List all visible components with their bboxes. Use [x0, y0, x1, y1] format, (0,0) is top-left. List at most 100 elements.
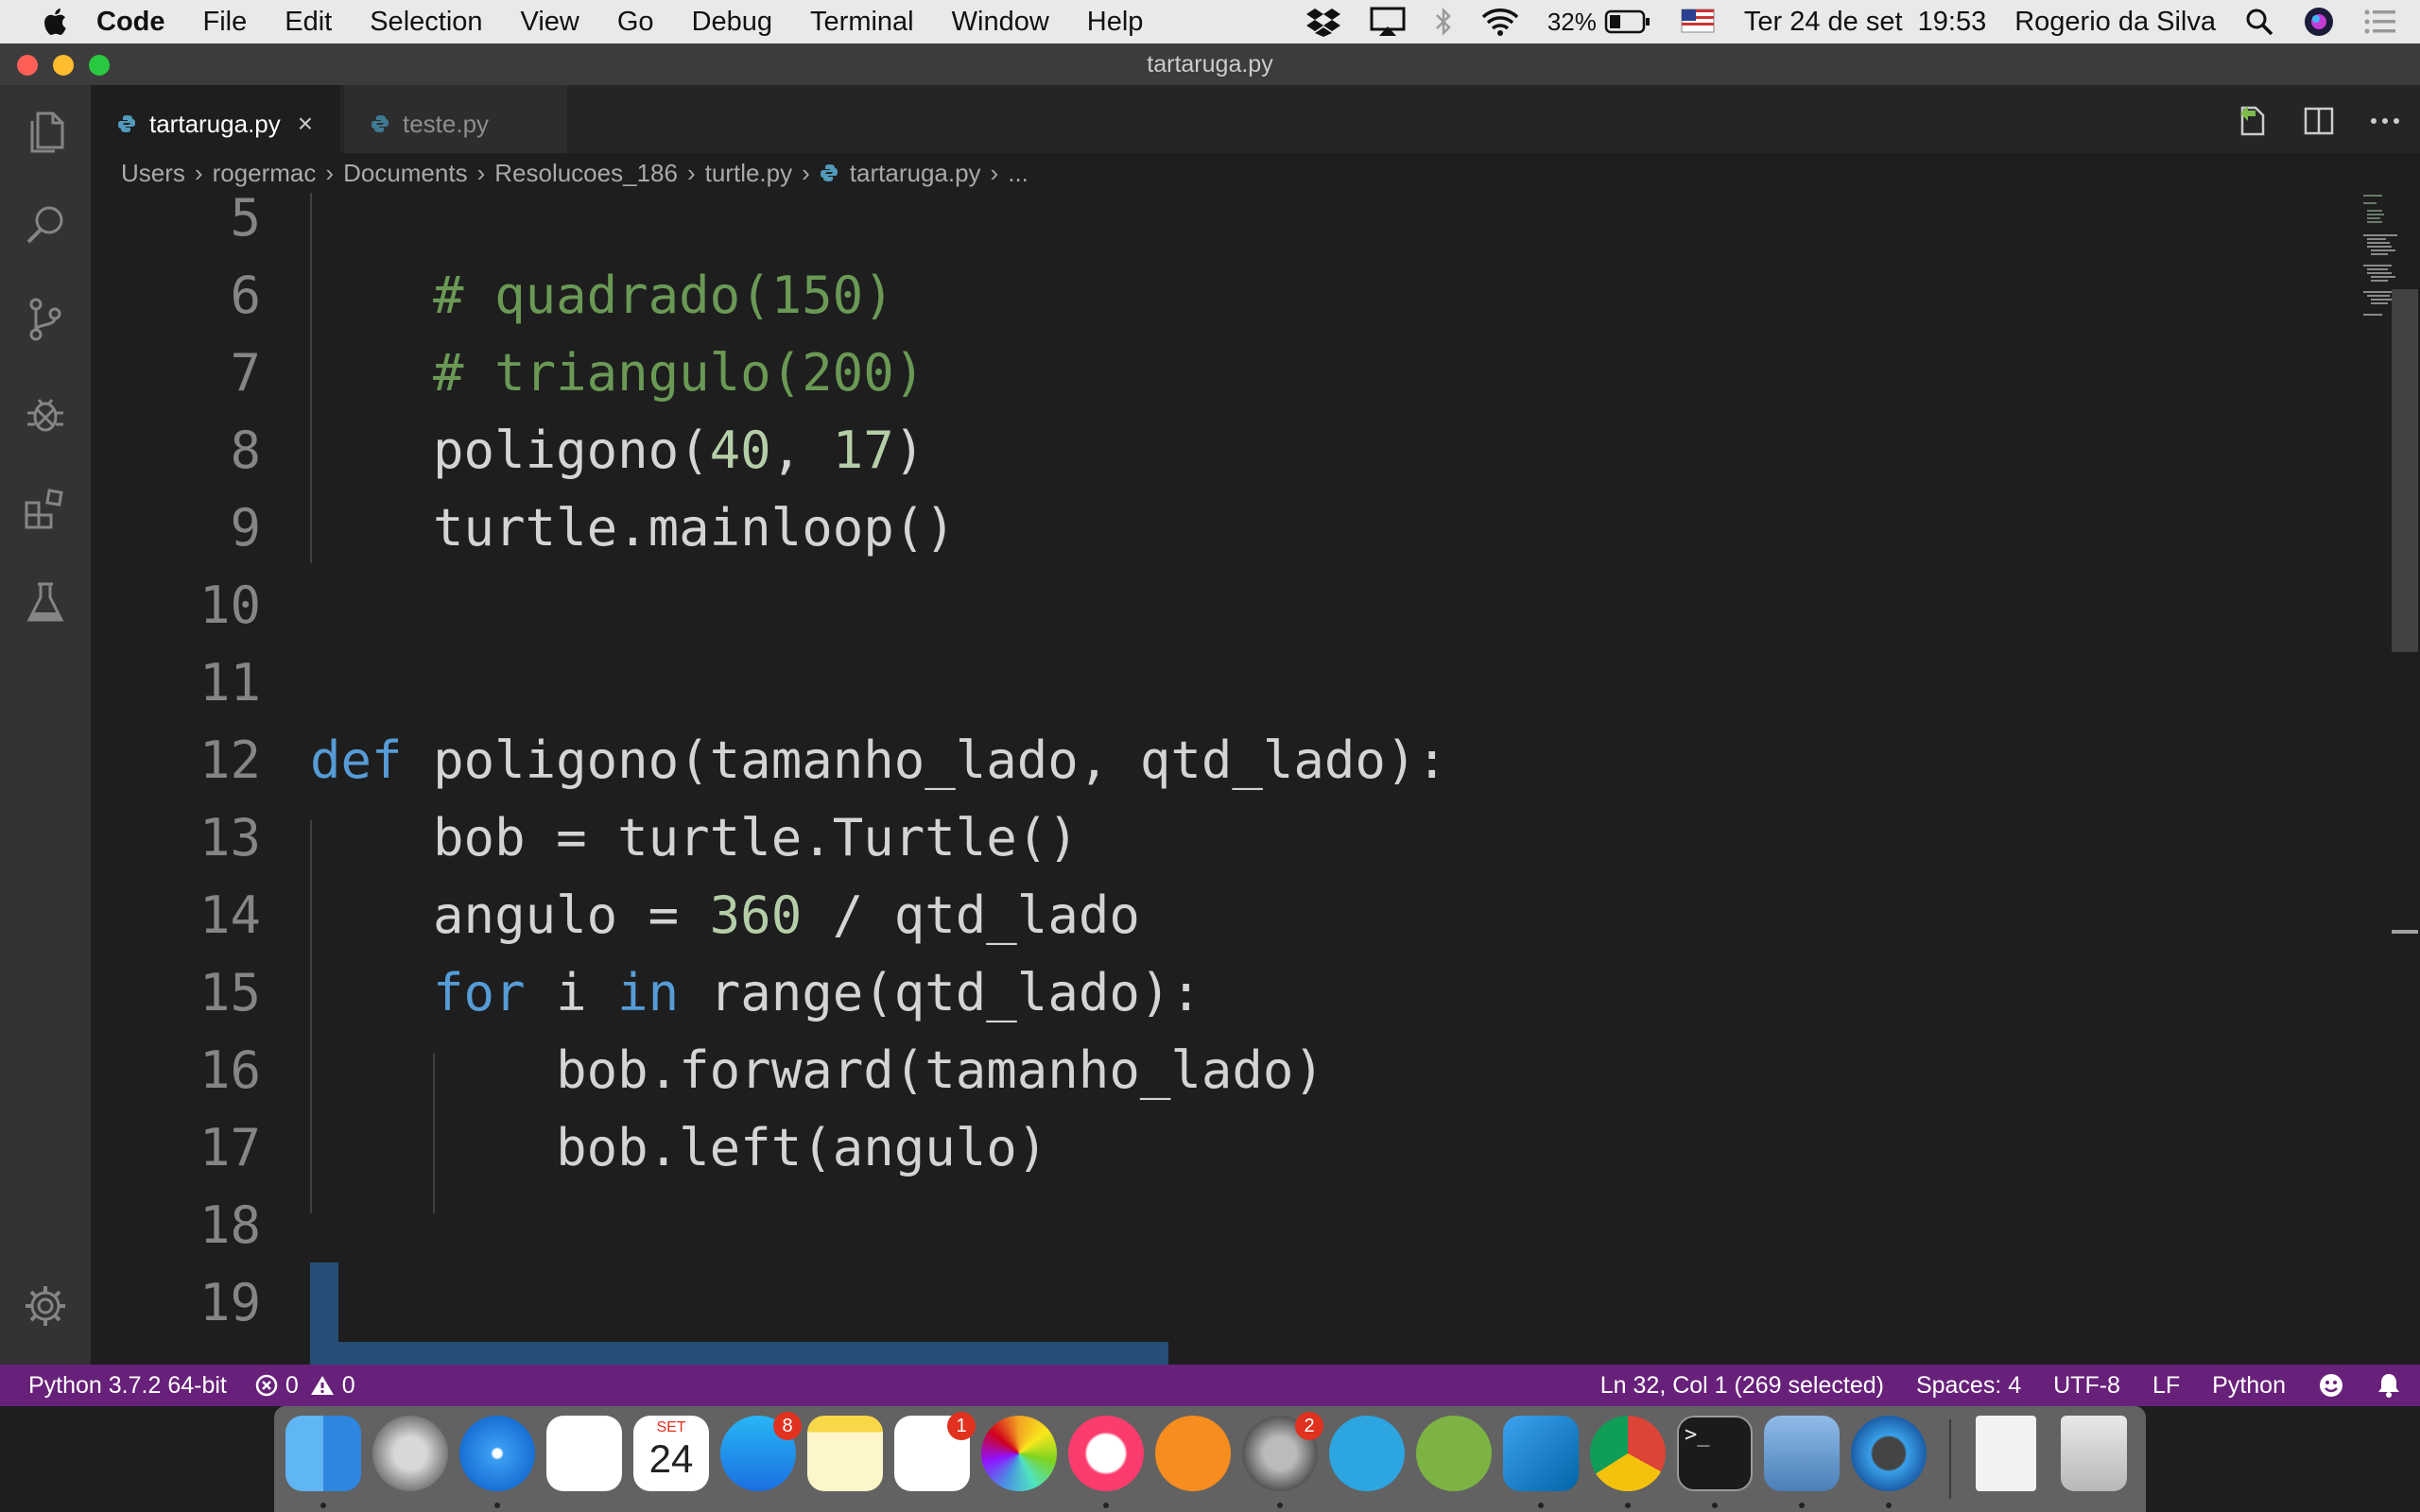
end-of-line-status[interactable]: LF: [2152, 1372, 2180, 1400]
tab-teste-py[interactable]: teste.py: [344, 85, 567, 163]
zoom-window-button[interactable]: [89, 55, 110, 76]
menu-help[interactable]: Help: [1087, 7, 1144, 38]
system-preferences-icon[interactable]: 2: [1242, 1412, 1323, 1491]
menu-app-name[interactable]: Code: [96, 7, 165, 38]
music-icon[interactable]: [1068, 1416, 1144, 1491]
breadcrumb-item[interactable]: Resolucoes_186: [494, 159, 678, 188]
app-store-icon[interactable]: 8: [720, 1412, 802, 1491]
python-interpreter-status[interactable]: Python 3.7.2 64-bit: [28, 1372, 227, 1400]
more-actions-icon[interactable]: [2369, 116, 2401, 126]
split-editor-icon[interactable]: [2303, 105, 2335, 137]
extensions-button[interactable]: [19, 482, 72, 535]
code-line[interactable]: 8 poligono(40, 17): [91, 412, 2265, 490]
code-line[interactable]: 13 bob = turtle.Turtle(): [91, 799, 2265, 877]
terminal-icon[interactable]: >_: [1677, 1416, 1753, 1491]
running-indicator: [494, 1503, 500, 1508]
vscode-icon[interactable]: [1503, 1416, 1579, 1491]
wifi-icon[interactable]: [1481, 7, 1519, 37]
finder-icon[interactable]: [285, 1416, 361, 1491]
manage-settings-button[interactable]: [19, 1280, 72, 1332]
menubar-user-name[interactable]: Rogerio da Silva: [2014, 7, 2216, 38]
preview-icon[interactable]: [1764, 1416, 1840, 1491]
siri-icon[interactable]: [2303, 6, 2335, 38]
breadcrumb-item[interactable]: ...: [1008, 159, 1028, 188]
menu-debug[interactable]: Debug: [692, 7, 772, 38]
breadcrumb-item[interactable]: Documents: [343, 159, 468, 188]
documents-stack-icon[interactable]: [1976, 1416, 2036, 1491]
android-studio-icon[interactable]: [1416, 1416, 1492, 1491]
bluetooth-icon[interactable]: [1434, 7, 1453, 37]
code-line[interactable]: 7 # triangulo(200): [91, 335, 2265, 412]
breadcrumb-item[interactable]: tartaruga.py: [850, 159, 981, 188]
feedback-smiley-icon[interactable]: [2318, 1372, 2344, 1399]
dropbox-icon[interactable]: [1305, 7, 1341, 37]
debug-view-button[interactable]: [19, 387, 72, 440]
notes-icon[interactable]: [807, 1416, 883, 1491]
battery-icon[interactable]: [1604, 9, 1651, 35]
close-tab-icon[interactable]: ×: [298, 109, 313, 139]
code-line[interactable]: 5: [91, 193, 2265, 257]
editor-scrollbar-thumb[interactable]: [2392, 289, 2418, 652]
photos-icon[interactable]: [981, 1416, 1057, 1491]
close-window-button[interactable]: [17, 55, 38, 76]
menu-terminal[interactable]: Terminal: [810, 7, 914, 38]
breadcrumb-item[interactable]: Users: [121, 159, 185, 188]
spotlight-search-icon[interactable]: [2244, 7, 2274, 37]
menu-view[interactable]: View: [521, 7, 579, 38]
code-line[interactable]: 14 angulo = 360 / qtd_lado: [91, 877, 2265, 954]
calendar-icon[interactable]: SET 24: [633, 1416, 709, 1491]
books-icon[interactable]: [1155, 1416, 1231, 1491]
quicktime-icon[interactable]: [1851, 1416, 1927, 1491]
code-line[interactable]: 11: [91, 644, 2265, 722]
app-grid-icon[interactable]: [546, 1416, 622, 1491]
minimize-window-button[interactable]: [53, 55, 74, 76]
notifications-bell-icon[interactable]: [2377, 1372, 2401, 1399]
problems-status[interactable]: 0 0: [255, 1372, 355, 1400]
menubar-clock[interactable]: Ter 24 de set 19:53: [1744, 7, 1986, 38]
notification-center-icon[interactable]: [2363, 8, 2397, 36]
code-line[interactable]: 12 def poligono(tamanho_lado, qtd_lado):: [91, 722, 2265, 799]
code-text: angulo = 360 / qtd_lado: [433, 885, 1140, 945]
indentation-status[interactable]: Spaces: 4: [1916, 1372, 2021, 1400]
status-bar: Python 3.7.2 64-bit 0 0 Ln 32, Col 1 (26…: [0, 1365, 2420, 1406]
menu-edit[interactable]: Edit: [285, 7, 332, 38]
launchpad-icon[interactable]: [372, 1416, 448, 1491]
chrome-icon[interactable]: [1590, 1416, 1666, 1491]
open-changes-icon[interactable]: [2237, 104, 2269, 138]
menu-window[interactable]: Window: [952, 7, 1049, 38]
input-source-flag-icon[interactable]: [1680, 7, 1716, 37]
code-text: turtle.mainloop(): [433, 498, 956, 558]
reminders-icon[interactable]: 1: [894, 1412, 976, 1491]
code-line[interactable]: 10: [91, 567, 2265, 644]
battery-percent: 32%: [1547, 7, 1597, 36]
apple-icon[interactable]: [38, 5, 68, 39]
encoding-status[interactable]: UTF-8: [2053, 1372, 2120, 1400]
breadcrumb-item[interactable]: rogermac: [213, 159, 317, 188]
tab-tartaruga-py[interactable]: tartaruga.py ×: [91, 85, 340, 163]
cursor-position-status[interactable]: Ln 32, Col 1 (269 selected): [1600, 1372, 1884, 1400]
breadcrumb-item[interactable]: turtle.py: [705, 159, 793, 188]
scrollbar-cursor-marker: [2392, 930, 2418, 934]
test-view-button[interactable]: [19, 576, 72, 629]
code-line[interactable]: 15 for i in range(qtd_lado):: [91, 954, 2265, 1032]
line-number: 10: [199, 576, 261, 635]
code-line[interactable]: 18: [91, 1187, 2265, 1264]
safari-icon[interactable]: [459, 1416, 535, 1491]
code-line[interactable]: 6 # quadrado(150): [91, 257, 2265, 335]
code-text: poligono(40, 17): [433, 421, 925, 480]
language-mode-status[interactable]: Python: [2212, 1372, 2286, 1400]
search-view-button[interactable]: [19, 198, 72, 251]
code-line[interactable]: 17 bob.left(angulo): [91, 1109, 2265, 1187]
trash-icon[interactable]: [2061, 1416, 2127, 1491]
menu-go[interactable]: Go: [617, 7, 654, 38]
explorer-button[interactable]: [19, 106, 72, 159]
code-line[interactable]: 16 bob.forward(tamanho_lado): [91, 1032, 2265, 1109]
menu-selection[interactable]: Selection: [370, 7, 482, 38]
airplay-icon[interactable]: [1370, 7, 1406, 37]
code-line[interactable]: 19: [91, 1264, 2265, 1342]
source-control-button[interactable]: [19, 293, 72, 346]
code-line[interactable]: 9 turtle.mainloop(): [91, 490, 2265, 567]
code-editor[interactable]: 56 # quadrado(150) 7 # triangulo(200) 8 po…: [91, 193, 2420, 1365]
menu-file[interactable]: File: [203, 7, 248, 38]
telegram-icon[interactable]: [1329, 1416, 1405, 1491]
